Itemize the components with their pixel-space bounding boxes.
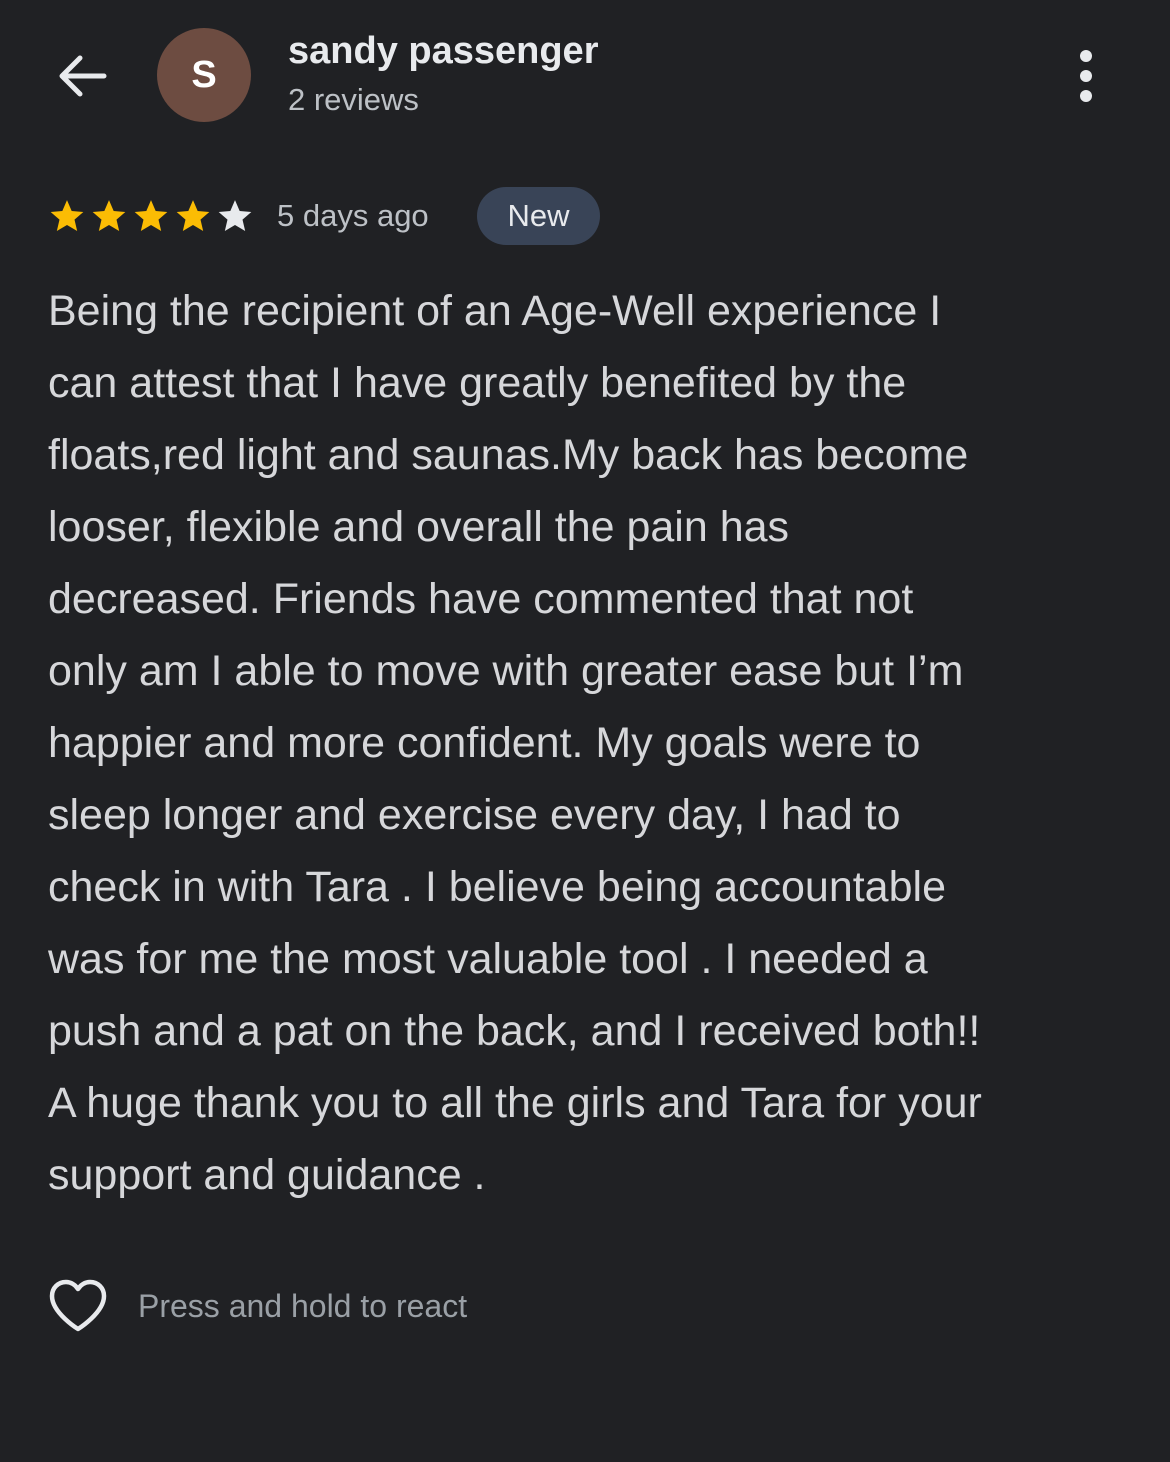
avatar-letter: S <box>191 53 217 96</box>
reviewer-name[interactable]: sandy passenger <box>288 30 598 73</box>
review-detail-page: S sandy passenger 2 reviews 5 days ago N… <box>0 0 1170 1462</box>
review-text-line: was for me the most valuable tool . I ne… <box>48 935 928 983</box>
back-button[interactable] <box>50 46 114 106</box>
more-options-button[interactable] <box>1060 45 1112 107</box>
react-row: Press and hold to react <box>46 1276 467 1336</box>
react-button[interactable] <box>46 1276 110 1336</box>
arrow-left-icon <box>59 55 107 97</box>
avatar[interactable]: S <box>157 28 251 122</box>
more-vert-icon <box>1080 50 1092 102</box>
heart-outline-icon <box>49 1279 107 1332</box>
review-text-line: can attest that I have greatly benefited… <box>48 359 907 407</box>
review-count: 2 reviews <box>288 82 419 117</box>
react-hint: Press and hold to react <box>138 1287 468 1324</box>
star-filled-icon <box>50 200 84 231</box>
star-rating <box>46 196 256 236</box>
review-text-line: only am I able to move with greater ease… <box>48 647 964 695</box>
review-text: Being the recipient of an Age-Well exper… <box>48 275 1128 1211</box>
review-text-line: decreased. Friends have commented that n… <box>48 575 914 623</box>
star-filled-icon <box>176 200 210 231</box>
review-text-line: Being the recipient of an Age-Well exper… <box>48 287 942 335</box>
review-text-line: support and guidance . <box>48 1151 486 1199</box>
new-badge-label: New <box>507 198 570 233</box>
star-filled-icon <box>92 200 126 231</box>
review-text-line: A huge thank you to all the girls and Ta… <box>48 1079 982 1127</box>
review-text-line: floats,red light and saunas.My back has … <box>48 431 969 479</box>
star-filled-icon <box>134 200 168 231</box>
review-timestamp: 5 days ago <box>277 198 429 233</box>
review-text-line: sleep longer and exercise every day, I h… <box>48 791 901 839</box>
new-badge: New <box>477 187 600 245</box>
review-text-line: check in with Tara . I believe being acc… <box>48 863 946 911</box>
star-empty-icon <box>218 200 252 231</box>
review-text-line: looser, flexible and overall the pain ha… <box>48 503 790 551</box>
review-text-line: happier and more confident. My goals wer… <box>48 719 921 767</box>
review-text-line: push and a pat on the back, and I receiv… <box>48 1007 981 1055</box>
